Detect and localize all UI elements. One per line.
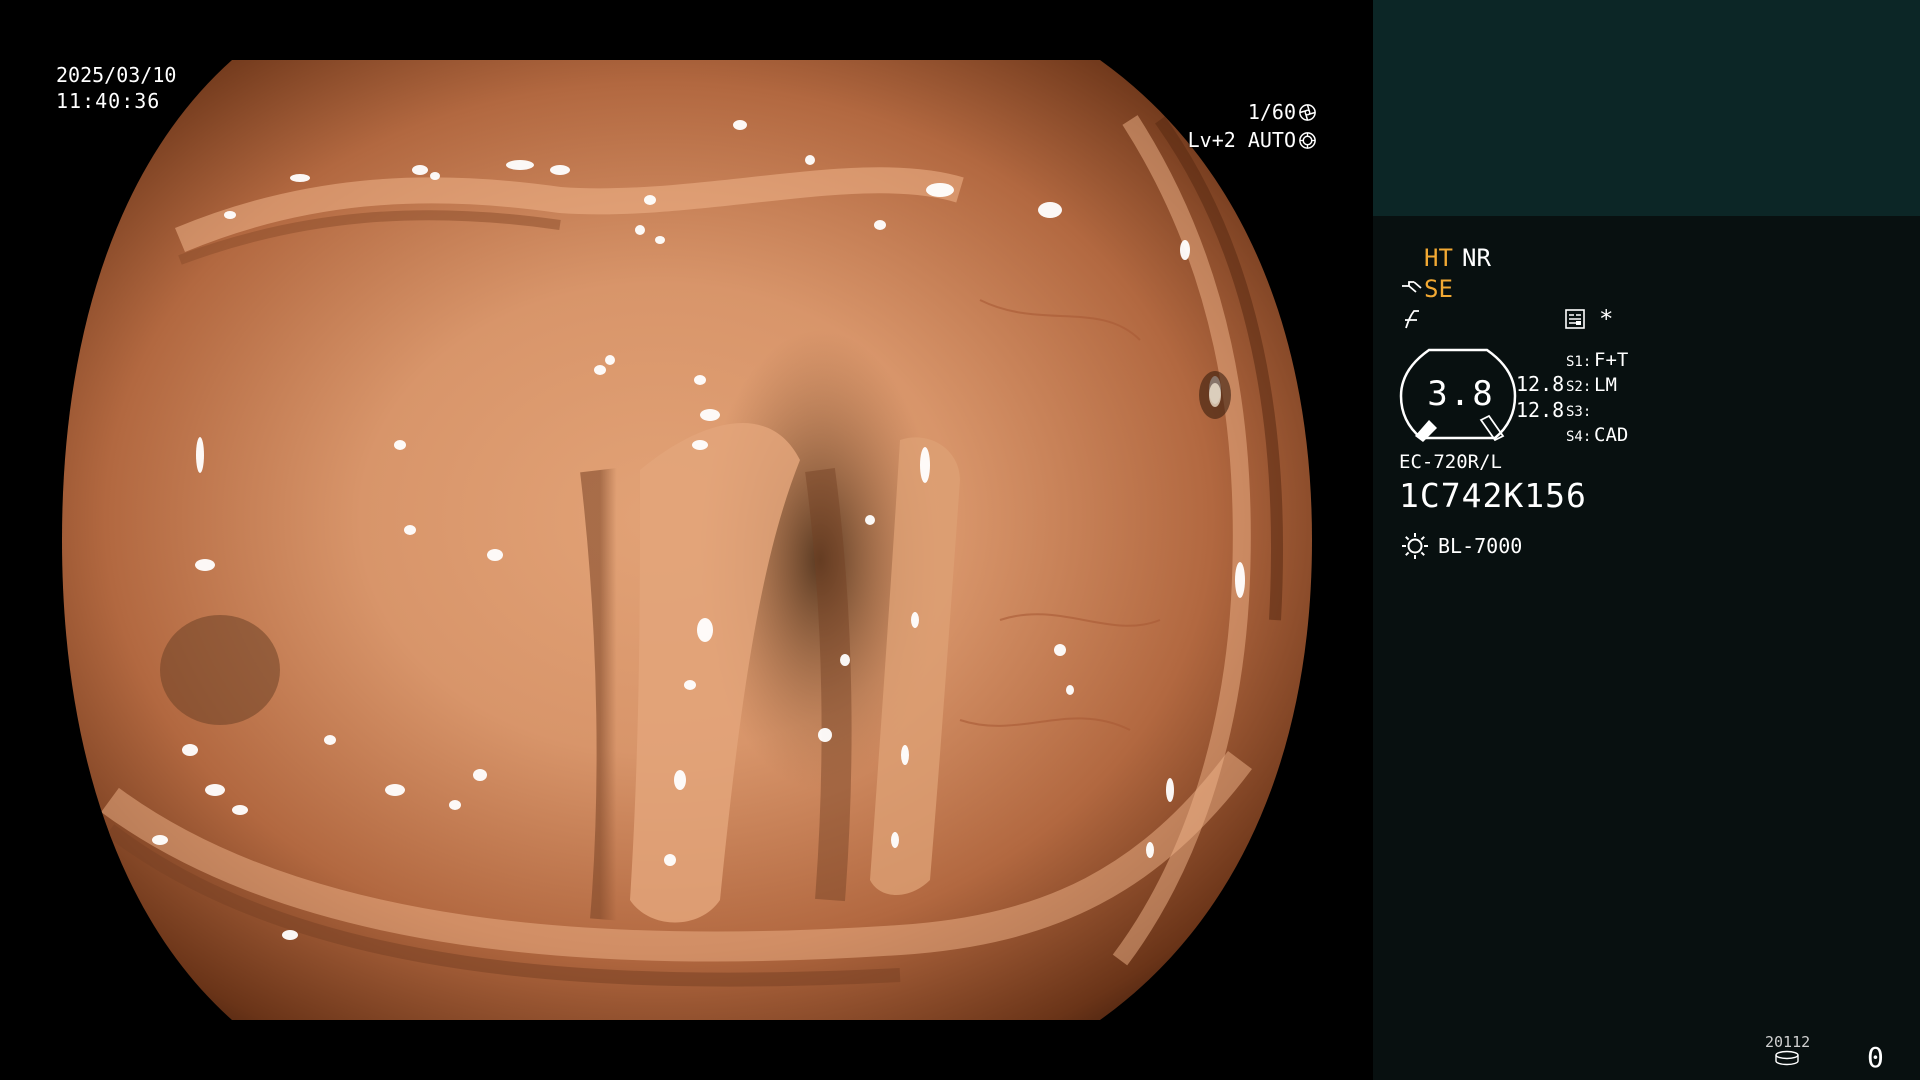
- sharpness-icon: [1405, 310, 1419, 329]
- gauge-top-value: 12.8: [1516, 372, 1565, 396]
- auto-iris-icon: [1299, 131, 1316, 149]
- shutter-speed-indicator: 1/60: [1248, 100, 1317, 124]
- storage-disk-icon: [1775, 1050, 1799, 1066]
- scope-switch-value: F+T: [1594, 349, 1629, 371]
- endoscopy-monitor-screen: 2025/03/10 11:40:36 1/60 Lv+2 AUTO HT NR: [0, 0, 1920, 1080]
- mode-nr-indicator: NR: [1462, 244, 1491, 272]
- scope-switch-key: S1:: [1566, 354, 1592, 370]
- scope-switch-value: CAD: [1594, 424, 1629, 446]
- light-source-label: BL-7000: [1438, 534, 1523, 558]
- scope-switch-key: S4:: [1566, 429, 1592, 445]
- exposure-label: Lv+2 AUTO: [1187, 128, 1296, 152]
- info-panel: HT NR SE * 3.8 12.8 12.8 S1: F+T S2: LM …: [1373, 0, 1920, 1080]
- image-settings-icon: [1565, 309, 1585, 329]
- scope-switch-value: LM: [1594, 374, 1617, 396]
- light-source-icon: [1402, 533, 1428, 559]
- endoscope-video-view: 2025/03/10 11:40:36 1/60 Lv+2 AUTO: [0, 0, 1372, 1080]
- scope-switch-key: S3:: [1566, 404, 1592, 420]
- storage-count-label: 20112: [1765, 1033, 1811, 1051]
- capture-count-label: 0: [1867, 1041, 1884, 1074]
- star-icon: *: [1599, 305, 1614, 333]
- exposure-indicator: Lv+2 AUTO: [1188, 128, 1317, 152]
- structure-enhancement-icon: [1402, 281, 1422, 293]
- gauge-bottom-value: 12.8: [1516, 398, 1565, 422]
- mode-se-indicator: SE: [1424, 275, 1453, 303]
- scope-serial-number: 1C742K156: [1399, 476, 1587, 515]
- mode-ht-indicator: HT: [1424, 244, 1453, 272]
- scope-model-label: EC-720R/L: [1399, 451, 1502, 473]
- zoom-value: 3.8: [1427, 374, 1495, 414]
- aperture-icon: [1299, 103, 1316, 121]
- endoscopic-image: [62, 60, 1312, 1020]
- date-label: 2025/03/10: [56, 63, 177, 87]
- scope-switch-key: S2:: [1566, 379, 1592, 395]
- panel-header-area: [1373, 0, 1920, 216]
- shutter-speed-label: 1/60: [1247, 100, 1296, 124]
- time-label: 11:40:36: [56, 89, 161, 113]
